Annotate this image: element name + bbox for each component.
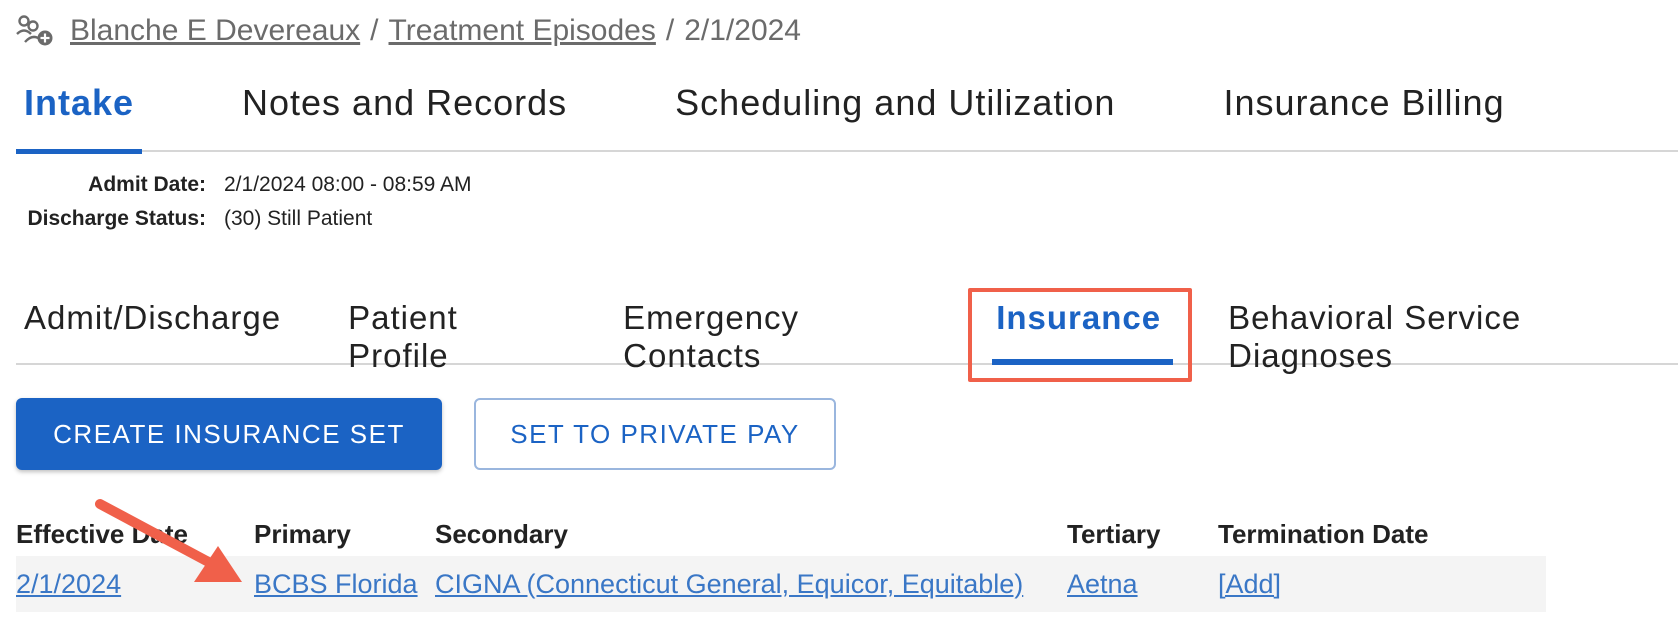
breadcrumb-current: 2/1/2024 bbox=[684, 14, 801, 47]
insurance-table: Effective Date Primary Secondary Tertiar… bbox=[16, 512, 1546, 612]
people-add-icon bbox=[16, 14, 54, 48]
subtab-admit-discharge[interactable]: Admit/Discharge bbox=[16, 288, 289, 365]
table-row: 2/1/2024 BCBS Florida CIGNA (Connecticut… bbox=[16, 556, 1546, 612]
header-primary: Primary bbox=[254, 518, 351, 549]
discharge-status-value: (30) Still Patient bbox=[224, 207, 373, 230]
breadcrumb-patient-link[interactable]: Blanche E Devereaux bbox=[70, 14, 360, 48]
breadcrumb-separator: / bbox=[370, 14, 379, 47]
cell-secondary: CIGNA (Connecticut General, Equicor, Equ… bbox=[435, 569, 1067, 600]
admit-date-value: 2/1/2024 08:00 - 08:59 AM bbox=[224, 173, 472, 196]
create-insurance-set-button[interactable]: CREATE INSURANCE SET bbox=[16, 398, 442, 470]
secondary-insurance-link[interactable]: CIGNA (Connecticut General, Equicor, Equ… bbox=[435, 569, 1023, 599]
cell-primary: BCBS Florida bbox=[254, 569, 435, 600]
discharge-status-row: Discharge Status: (30) Still Patient bbox=[16, 202, 472, 236]
add-termination-date-link[interactable]: [Add] bbox=[1218, 569, 1281, 599]
header-termination-date: Termination Date bbox=[1218, 518, 1429, 549]
effective-date-link[interactable]: 2/1/2024 bbox=[16, 569, 121, 599]
header-tertiary: Tertiary bbox=[1067, 518, 1161, 549]
tab-intake[interactable]: Intake bbox=[16, 74, 142, 154]
breadcrumb: Blanche E Devereaux / Treatment Episodes… bbox=[16, 10, 801, 52]
table-header-row: Effective Date Primary Secondary Tertiar… bbox=[16, 512, 1546, 556]
subtab-emergency-contacts[interactable]: Emergency Contacts bbox=[615, 288, 937, 374]
tab-notes-and-records[interactable]: Notes and Records bbox=[234, 74, 575, 152]
main-tabs: Intake Notes and Records Scheduling and … bbox=[16, 74, 1678, 154]
admit-date-row: Admit Date: 2/1/2024 08:00 - 08:59 AM bbox=[16, 168, 472, 202]
subtab-insurance[interactable]: Insurance bbox=[988, 288, 1174, 365]
primary-insurance-link[interactable]: BCBS Florida bbox=[254, 569, 418, 599]
cell-effective-date: 2/1/2024 bbox=[16, 569, 254, 600]
header-secondary: Secondary bbox=[435, 518, 568, 549]
tab-scheduling-and-utilization[interactable]: Scheduling and Utilization bbox=[667, 74, 1123, 152]
admit-date-label: Admit Date: bbox=[88, 173, 206, 196]
breadcrumb-separator: / bbox=[665, 14, 675, 47]
cell-tertiary: Aetna bbox=[1067, 569, 1218, 600]
intake-sub-tabs: Admit/Discharge Patient Profile Emergenc… bbox=[16, 288, 1678, 374]
header-effective-date: Effective Date bbox=[16, 518, 188, 549]
set-to-private-pay-button[interactable]: SET TO PRIVATE PAY bbox=[474, 398, 836, 470]
subtab-behavioral-service-diagnoses[interactable]: Behavioral Service Diagnoses bbox=[1220, 288, 1678, 374]
page: Blanche E Devereaux / Treatment Episodes… bbox=[0, 0, 1678, 624]
subtab-patient-profile[interactable]: Patient Profile bbox=[340, 288, 564, 374]
discharge-status-label: Discharge Status: bbox=[27, 207, 206, 230]
cell-termination-date: [Add] bbox=[1218, 569, 1546, 600]
tab-insurance-billing[interactable]: Insurance Billing bbox=[1215, 74, 1512, 152]
episode-info: Admit Date: 2/1/2024 08:00 - 08:59 AM Di… bbox=[16, 168, 472, 236]
tertiary-insurance-link[interactable]: Aetna bbox=[1067, 569, 1138, 599]
breadcrumb-treatment-episodes-link[interactable]: Treatment Episodes bbox=[389, 14, 656, 48]
